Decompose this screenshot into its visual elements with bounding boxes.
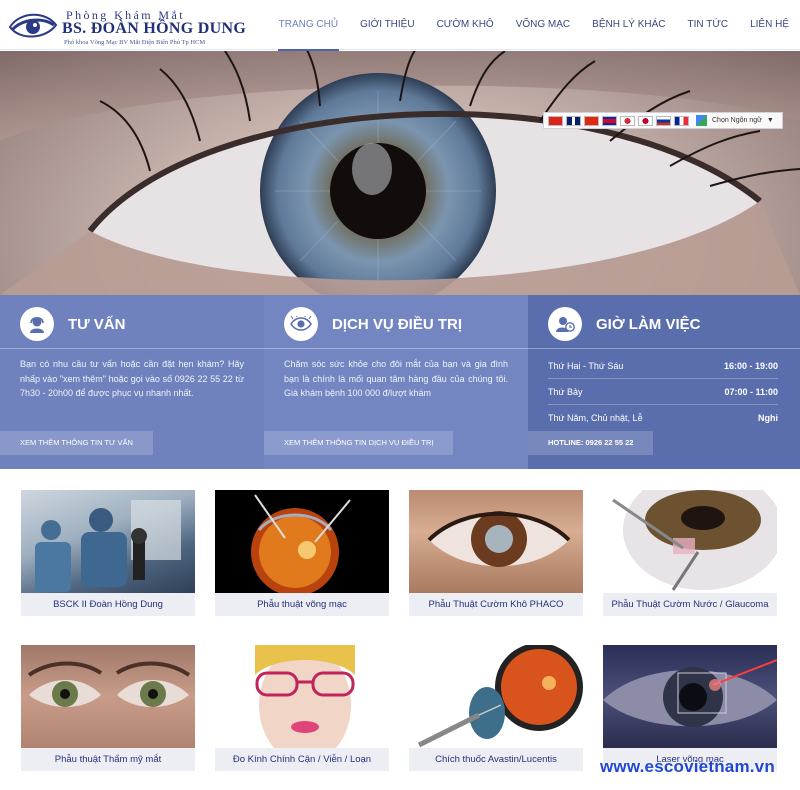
logo-subtitle: Phó khoa Võng Mạc BV Mắt Điện Biên Phủ T…	[64, 39, 206, 46]
hours-time: Nghỉ	[758, 413, 778, 423]
hours-row: Thứ Hai - Thứ Sáu 16:00 - 19:00	[548, 353, 778, 379]
service-caption: Chích thuốc Avastin/Lucentis	[409, 748, 583, 771]
service-card-laser[interactable]: Laser võng mạc	[603, 645, 777, 771]
consult-title: TƯ VẤN	[68, 315, 126, 333]
flag-uk-icon[interactable]	[566, 115, 581, 126]
site-logo[interactable]: Phòng Khám Mắt BS. ĐOÀN HỒNG DUNG Phó kh…	[8, 5, 246, 47]
hero-banner: Chọn Ngôn ngữ ▼	[0, 51, 800, 295]
service-card-glaucoma[interactable]: Phẫu Thuật Cườm Nước / Glaucoma	[603, 490, 777, 616]
nav-about[interactable]: GIỚI THIỆU	[349, 0, 426, 50]
logo-title: BS. ĐOÀN HỒNG DUNG	[62, 20, 247, 37]
service-card-doctor[interactable]: BSCK II Đoàn Hồng Dung	[21, 490, 195, 616]
nav-home[interactable]: TRANG CHỦ	[268, 0, 349, 51]
laser-eye-photo	[603, 645, 777, 748]
divider	[0, 348, 264, 349]
hours-header: GIỜ LÀM VIỆC	[548, 305, 700, 343]
clock-user-icon	[548, 307, 582, 341]
service-caption: Phẫu thuật Thẩm mỹ mắt	[21, 748, 195, 771]
hours-row: Thứ Bảy 07:00 - 11:00	[548, 379, 778, 405]
woman-glasses-photo	[215, 645, 389, 748]
eyes-closeup-photo	[21, 645, 195, 748]
injection-illustration	[409, 645, 583, 748]
consult-more-button[interactable]: XEM THÊM THÔNG TIN TƯ VẤN	[0, 431, 153, 455]
language-dropdown-label: Chọn Ngôn ngữ	[712, 117, 762, 124]
flag-cambodia-icon[interactable]	[602, 115, 617, 126]
glaucoma-illustration	[603, 490, 777, 593]
headset-icon	[20, 307, 54, 341]
flag-korea-icon[interactable]	[620, 115, 635, 126]
consult-section: TƯ VẤN Bạn có nhu cầu tư vấn hoặc cần đặ…	[0, 295, 264, 469]
service-card-cataract[interactable]: Phẫu Thuật Cườm Khô PHACO	[409, 490, 583, 616]
hours-day: Thứ Hai - Thứ Sáu	[548, 361, 624, 371]
service-card-retina-surgery[interactable]: Phẫu thuật võng mạc	[215, 490, 389, 616]
eye-logo-icon	[8, 13, 58, 38]
hours-section: GIỜ LÀM VIỆC Thứ Hai - Thứ Sáu 16:00 - 1…	[528, 295, 800, 469]
flag-france-icon[interactable]	[674, 115, 689, 126]
surgeon-photo	[21, 490, 195, 593]
service-caption: BSCK II Đoàn Hồng Dung	[21, 593, 195, 616]
hours-table: Thứ Hai - Thứ Sáu 16:00 - 19:00 Thứ Bảy …	[548, 353, 778, 431]
hours-row: Thứ Năm, Chủ nhật, Lễ Nghỉ	[548, 405, 778, 431]
service-caption: Phẫu Thuật Cườm Khô PHACO	[409, 593, 583, 616]
nav-other-diseases[interactable]: BỆNH LÝ KHÁC	[581, 0, 676, 50]
service-text: Chăm sóc sức khỏe cho đôi mắt của bạn và…	[284, 359, 508, 398]
flag-china-icon[interactable]	[584, 115, 599, 126]
cataract-eye-photo	[409, 490, 583, 593]
divider	[528, 348, 800, 349]
service-header: DỊCH VỤ ĐIỀU TRỊ	[284, 305, 462, 343]
chevron-down-icon: ▼	[766, 117, 774, 124]
service-card-injection[interactable]: Chích thuốc Avastin/Lucentis	[409, 645, 583, 771]
service-caption: Đo Kính Chính Cận / Viễn / Loạn	[215, 748, 389, 771]
hours-title: GIỜ LÀM VIỆC	[596, 315, 701, 333]
watermark-text: www.escovietnam.vn	[600, 757, 775, 776]
eye-closeup-image	[0, 51, 800, 295]
hours-time: 07:00 - 11:00	[724, 387, 778, 397]
nav-news[interactable]: TIN TỨC	[677, 0, 740, 50]
service-section: DỊCH VỤ ĐIỀU TRỊ Chăm sóc sức khỏe cho đ…	[264, 295, 528, 469]
nav-cataract[interactable]: CƯỜM KHÔ	[426, 0, 505, 50]
hotline-button[interactable]: HOTLINE: 0926 22 55 22	[528, 431, 654, 455]
retina-illustration	[215, 490, 389, 593]
info-band: TƯ VẤN Bạn có nhu cầu tư vấn hoặc cần đặ…	[0, 295, 800, 469]
hours-day: Thứ Năm, Chủ nhật, Lễ	[548, 413, 643, 423]
nav-retina[interactable]: VÕNG MẠC	[505, 0, 581, 50]
hours-time: 16:00 - 19:00	[723, 361, 778, 371]
main-nav: TRANG CHỦ GIỚI THIỆU CƯỜM KHÔ VÕNG MẠC B…	[268, 0, 800, 51]
divider	[264, 348, 528, 349]
flag-russia-icon[interactable]	[656, 115, 671, 126]
language-selector-bar: Chọn Ngôn ngữ ▼	[543, 112, 783, 129]
eye-icon	[284, 307, 318, 341]
flag-japan-icon[interactable]	[638, 115, 653, 126]
consult-header: TƯ VẤN	[20, 305, 125, 343]
language-dropdown[interactable]: Chọn Ngôn ngữ ▼	[694, 115, 778, 126]
nav-contact[interactable]: LIÊN HỆ	[739, 0, 800, 50]
service-caption: Phẫu thuật võng mạc	[215, 593, 389, 616]
flag-vietnam-icon[interactable]	[548, 115, 563, 126]
service-more-button[interactable]: XEM THÊM THÔNG TIN DỊCH VỤ ĐIỀU TRỊ	[264, 431, 454, 455]
hours-day: Thứ Bảy	[548, 387, 583, 397]
consult-text: Bạn có nhu cầu tư vấn hoặc cần đặt hẹn k…	[20, 359, 244, 398]
service-card-eye-cosmetic[interactable]: Phẫu thuật Thẩm mỹ mắt	[21, 645, 195, 771]
site-header: Phòng Khám Mắt BS. ĐOÀN HỒNG DUNG Phó kh…	[0, 0, 800, 51]
google-translate-icon	[696, 115, 707, 126]
service-title: DỊCH VỤ ĐIỀU TRỊ	[332, 315, 463, 333]
service-caption: Phẫu Thuật Cườm Nước / Glaucoma	[603, 593, 777, 616]
service-card-glasses[interactable]: Đo Kính Chính Cận / Viễn / Loạn	[215, 645, 389, 771]
